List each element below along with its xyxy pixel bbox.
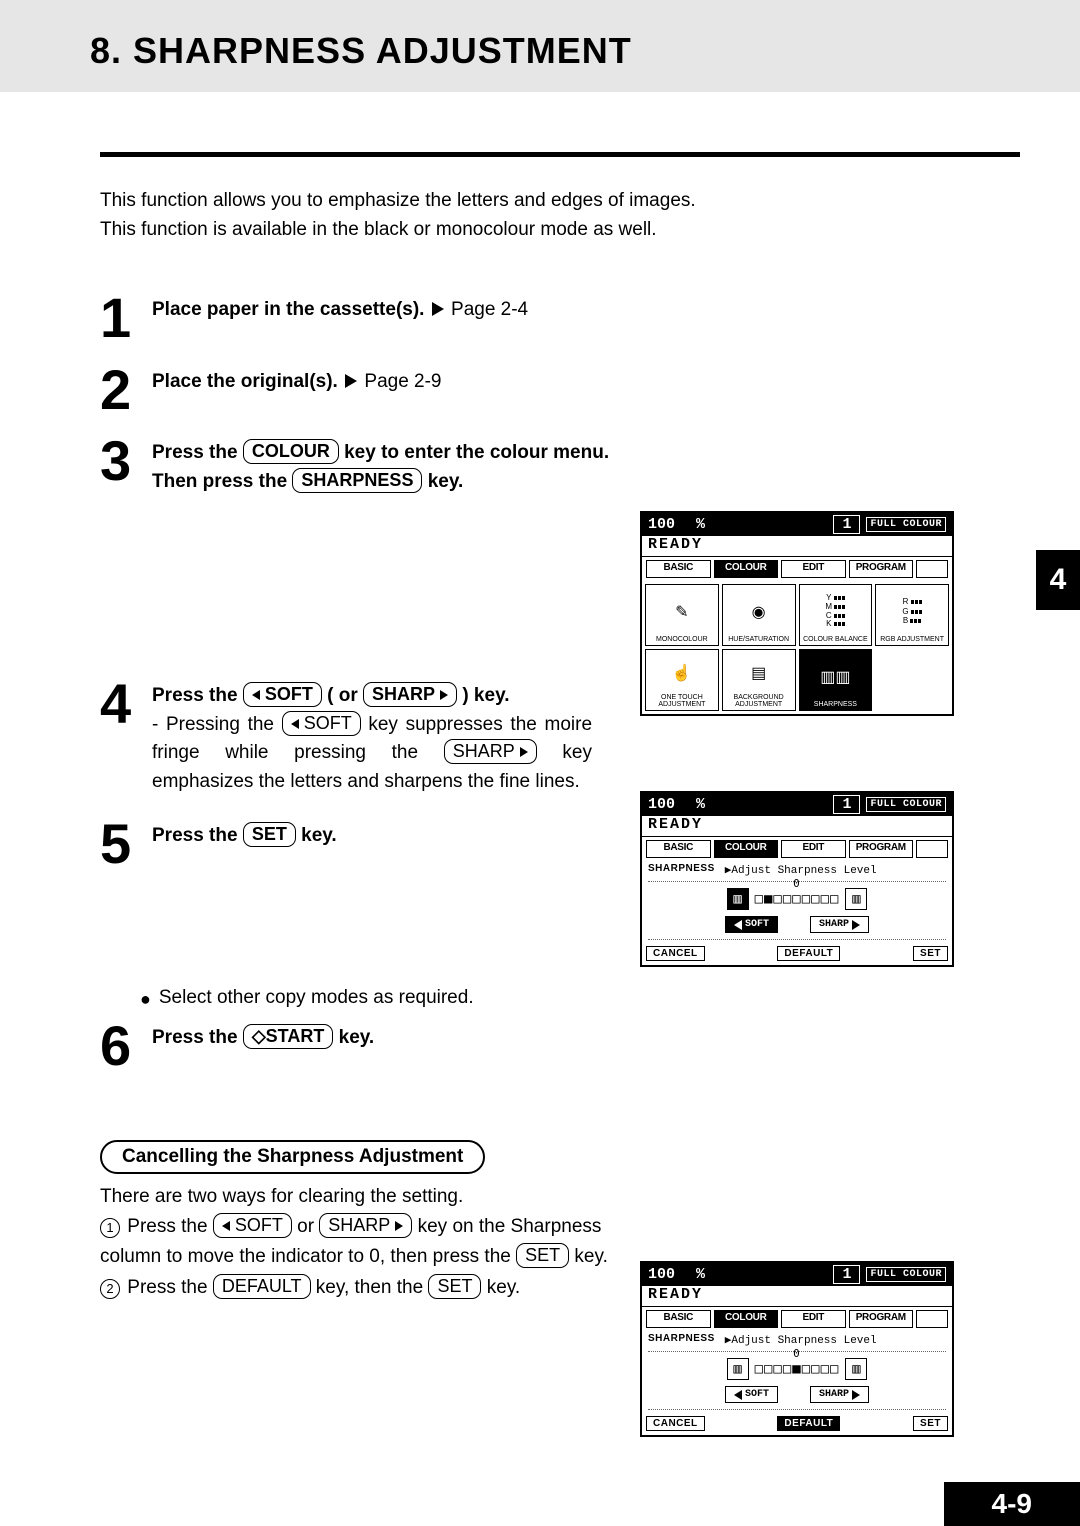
hue-saturation-button[interactable]: ◉ HUE/SATURATION	[722, 584, 796, 646]
default-button[interactable]: DEFAULT	[777, 946, 840, 961]
sharpness-key: SHARPNESS	[292, 468, 422, 493]
sharpness-button[interactable]: ▥▥ SHARPNESS	[799, 649, 873, 711]
circled-2-icon: 2	[100, 1279, 120, 1299]
one-touch-button[interactable]: ☝ ONE TOUCH ADJUSTMENT	[645, 649, 719, 711]
tab-edit[interactable]: EDIT	[781, 560, 846, 578]
soft-button[interactable]: SOFT	[725, 916, 778, 933]
default-button[interactable]: DEFAULT	[777, 1416, 840, 1431]
lcd-screenshot-sharpness-soft: 100 % 1 FULL COLOUR READY BASIC COLOUR E…	[640, 791, 954, 967]
start-key: ◇START	[243, 1024, 334, 1049]
circled-1-icon: 1	[100, 1218, 120, 1238]
page-title: 8. SHARPNESS ADJUSTMENT	[0, 0, 1080, 92]
sharp-key: SHARP	[444, 739, 537, 764]
step-6: 6 Press the ◇START key.	[100, 1022, 1020, 1070]
rgb-adjustment-button[interactable]: R G B RGB ADJUSTMENT	[875, 584, 949, 646]
set-button[interactable]: SET	[913, 946, 948, 961]
sharpness-slider[interactable]: 0 □■□□□□□□□	[755, 891, 840, 907]
sharp-key: SHARP	[363, 682, 457, 707]
bullet-note: ●Select other copy modes as required.	[140, 987, 1020, 1012]
intro-text: This function allows you to emphasize th…	[100, 187, 1020, 244]
tab-basic[interactable]: BASIC	[646, 560, 711, 578]
divider	[100, 152, 1020, 157]
set-key: SET	[243, 822, 296, 847]
step-3: 3 Press the COLOUR key to enter the colo…	[100, 437, 1020, 496]
monocolour-button[interactable]: ✎ MONOCOLOUR	[645, 584, 719, 646]
soft-key: SOFT	[282, 711, 361, 736]
page-ref-icon	[432, 302, 444, 316]
colour-balance-button[interactable]: Y M C K COLOUR BALANCE	[799, 584, 873, 646]
colour-key: COLOUR	[243, 439, 339, 464]
tab-colour[interactable]: COLOUR	[714, 560, 779, 578]
lcd-screenshot-colour-menu: 100 % 1 FULL COLOUR READY BASIC COLOUR E…	[640, 511, 954, 716]
step-number: 1	[100, 294, 140, 342]
soft-key: SOFT	[243, 682, 322, 707]
sharp-icon: ▥	[845, 888, 867, 910]
page-number: 4-9	[944, 1482, 1080, 1526]
cancel-button[interactable]: CANCEL	[646, 1416, 705, 1431]
thumb-tab: 4	[1036, 550, 1080, 610]
page-ref-icon	[345, 374, 357, 388]
sharpness-slider[interactable]: 0 □□□□■□□□□	[755, 1361, 840, 1377]
lcd-screenshot-sharpness-zero: 100 % 1 FULL COLOUR READY BASIC COLOUR E…	[640, 1261, 954, 1437]
step-1: 1 Place paper in the cassette(s). Page 2…	[100, 294, 1020, 342]
sharp-button[interactable]: SHARP	[810, 916, 869, 933]
background-adjust-button[interactable]: ▤ BACKGROUND ADJUSTMENT	[722, 649, 796, 711]
sharp-button[interactable]: SHARP	[810, 1386, 869, 1403]
soft-button[interactable]: SOFT	[725, 1386, 778, 1403]
tab-blank[interactable]	[916, 560, 948, 578]
soft-icon: ▥	[727, 888, 749, 910]
tab-program[interactable]: PROGRAM	[849, 560, 914, 578]
set-button[interactable]: SET	[913, 1416, 948, 1431]
cancel-instructions: There are two ways for clearing the sett…	[100, 1182, 640, 1304]
step-2: 2 Place the original(s). Page 2-9	[100, 366, 1020, 414]
cancel-heading: Cancelling the Sharpness Adjustment	[100, 1140, 485, 1174]
cancel-button[interactable]: CANCEL	[646, 946, 705, 961]
